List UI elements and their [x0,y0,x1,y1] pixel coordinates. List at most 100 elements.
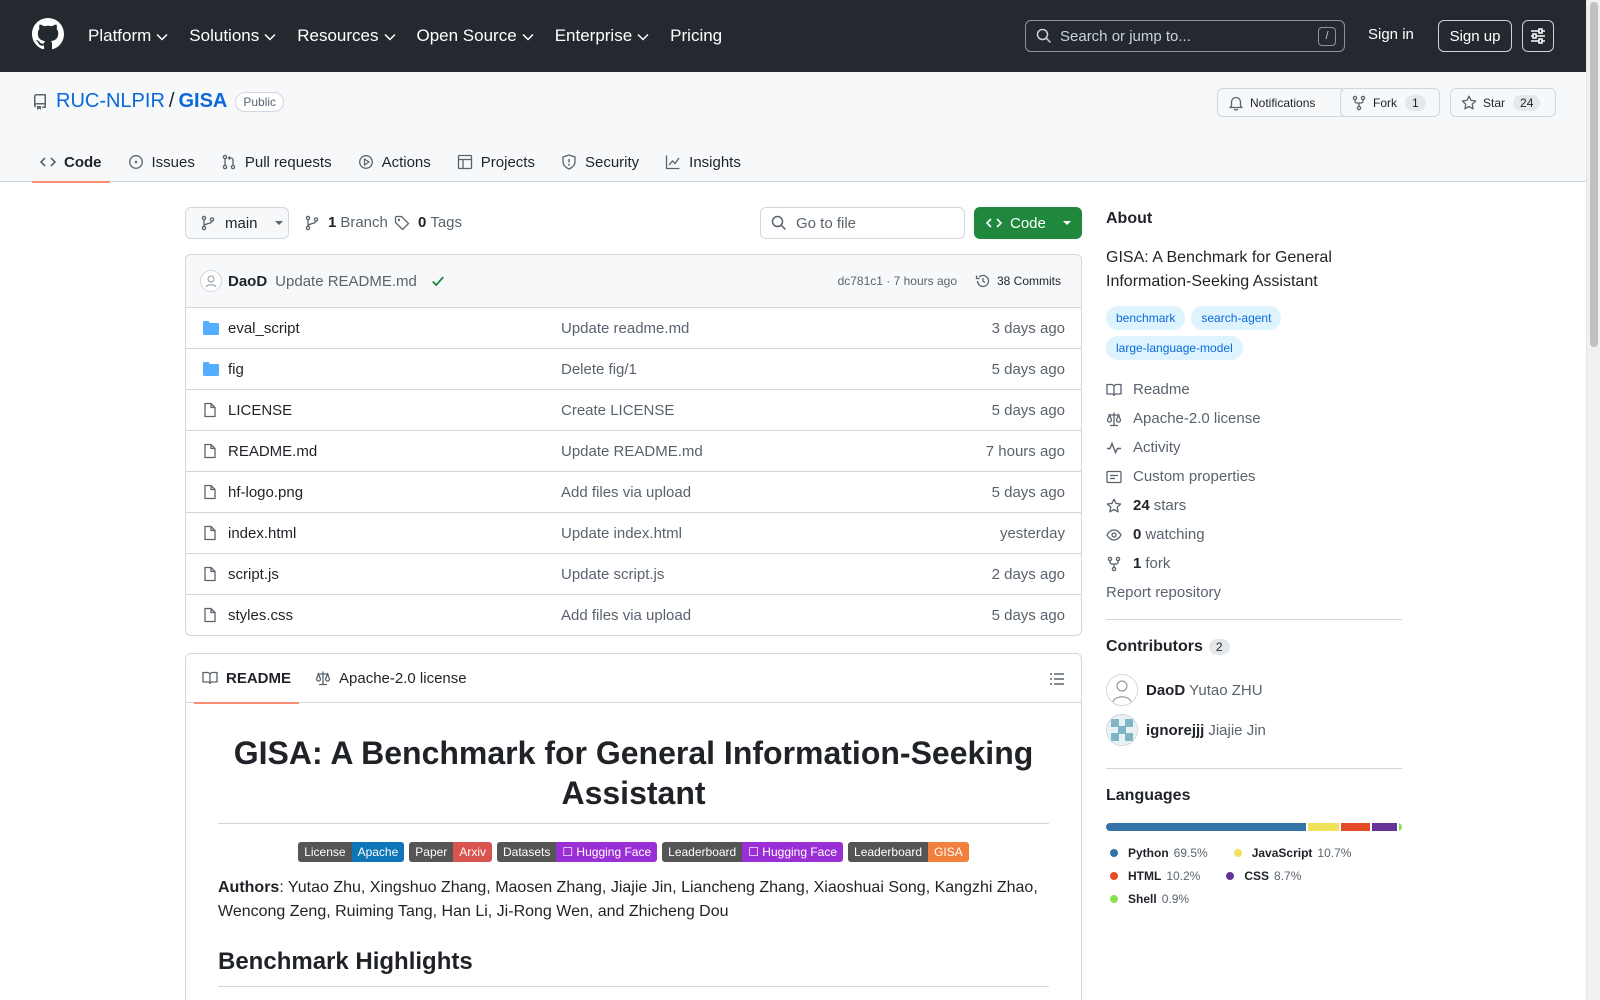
code-dropdown-button[interactable]: Code [974,207,1082,239]
watchers-link[interactable]: 0 watching [1106,520,1402,549]
avatar[interactable] [1106,674,1138,706]
readme-panel: README Apache-2.0 license GISA: A Benchm… [185,653,1082,1000]
topic-tag[interactable]: large-language-model [1106,336,1243,360]
contributors-heading[interactable]: Contributors [1106,638,1203,656]
badge-value: Arxiv [453,842,492,862]
nav-item-solutions[interactable]: Solutions [189,26,276,46]
activity-link[interactable]: Activity [1106,433,1402,462]
file-commit-message-link[interactable]: Delete fig/1 [561,361,637,378]
tags-link[interactable]: 0 Tags [394,214,462,231]
file-row[interactable]: README.md Update README.md 7 hours ago [186,431,1081,472]
commit-hash-time[interactable]: dc781c1 · 7 hours ago [838,274,957,288]
branch-select-button[interactable]: main [185,207,289,239]
file-commit-message-link[interactable]: Add files via upload [561,484,691,501]
nav-item-enterprise[interactable]: Enterprise [555,26,649,46]
file-row[interactable]: index.html Update index.html yesterday [186,513,1081,554]
contributor-item[interactable]: DaoD Yutao ZHU [1106,670,1402,710]
file-name-link[interactable]: LICENSE [228,402,292,419]
tab-pull-requests[interactable]: Pull requests [213,142,340,182]
file-row[interactable]: fig Delete fig/1 5 days ago [186,349,1081,390]
sign-in-link[interactable]: Sign in [1368,26,1414,43]
file-name-link[interactable]: styles.css [228,607,293,624]
file-commit-message-link[interactable]: Update script.js [561,566,664,583]
folder-icon [203,321,219,335]
github-logo-icon[interactable] [32,18,64,50]
language-item[interactable]: HTML 10.2% [1106,864,1200,887]
tab-code[interactable]: Code [32,142,110,183]
file-commit-message-link[interactable]: Add files via upload [561,607,691,624]
file-name-link[interactable]: hf-logo.png [228,484,303,501]
tab-issues[interactable]: Issues [120,142,203,182]
nav-item-platform[interactable]: Platform [88,26,168,46]
license-link[interactable]: Apache-2.0 license [1106,404,1402,433]
file-name-link[interactable]: fig [228,361,244,378]
check-icon[interactable] [431,274,445,288]
repo-owner-link[interactable]: RUC-NLPIR [56,90,165,113]
repo-name-link[interactable]: GISA [178,90,227,113]
report-label: Report repository [1106,584,1222,601]
language-percent: 8.7% [1274,868,1302,883]
commit-message-link[interactable]: Update README.md [275,273,417,290]
commit-author-link[interactable]: DaoD [228,273,267,290]
readme-badge[interactable]: Paper Arxiv [409,842,492,862]
tab-insights[interactable]: Insights [657,142,749,182]
topic-tag[interactable]: search-agent [1191,306,1282,330]
fork-button[interactable]: Fork 1 [1340,88,1440,117]
stars-link[interactable]: 24 stars [1106,491,1402,520]
file-name-link[interactable]: README.md [228,443,317,460]
readme-badge[interactable]: Datasets ☐ Hugging Face [496,842,658,862]
list-unordered-icon[interactable] [1049,671,1065,687]
settings-menu-button[interactable] [1522,20,1554,52]
readme-badge[interactable]: Leaderboard GISA [848,842,969,862]
topic-tag[interactable]: benchmark [1106,306,1186,330]
file-row[interactable]: eval_script Update readme.md 3 days ago [186,308,1081,349]
tab-actions[interactable]: Actions [350,142,439,182]
file-name-link[interactable]: eval_script [228,320,300,337]
report-repository-link[interactable]: Report repository [1106,578,1402,607]
tab-license[interactable]: Apache-2.0 license [307,654,475,703]
tab-projects[interactable]: Projects [449,142,543,182]
forks-link[interactable]: 1 fork [1106,549,1402,578]
file-commit-message-link[interactable]: Update readme.md [561,320,689,337]
nav-item-open-source[interactable]: Open Source [417,26,534,46]
page-scrollbar[interactable] [1586,0,1600,1000]
star-icon [1106,498,1122,512]
file-commit-message-link[interactable]: Update README.md [561,443,703,460]
star-button[interactable]: Star 24 [1450,88,1556,117]
file-commit-message-link[interactable]: Update index.html [561,525,682,542]
fork-label: Fork [1373,95,1397,110]
global-search-input[interactable]: Search or jump to... / [1025,20,1345,52]
sign-up-button[interactable]: Sign up [1438,20,1512,52]
file-name-link[interactable]: script.js [228,566,279,583]
tab-readme[interactable]: README [194,654,300,704]
nav-item-pricing[interactable]: Pricing [670,26,722,46]
file-name-link[interactable]: index.html [228,525,296,542]
custom-properties-link[interactable]: Custom properties [1106,462,1402,491]
file-row[interactable]: styles.css Add files via upload 5 days ago [186,595,1081,635]
contributor-item[interactable]: ignorejjj Jiajie Jin [1106,710,1402,750]
notifications-button[interactable]: Notifications [1217,88,1347,117]
branches-link[interactable]: 1 Branch [304,214,388,231]
commits-count: 38 Commits [996,274,1061,288]
repo-title: RUC-NLPIR / GISA Public [32,90,285,113]
readme-link[interactable]: Readme [1106,375,1402,404]
readme-badge[interactable]: License Apache [298,842,405,862]
avatar[interactable] [200,270,222,292]
file-row[interactable]: LICENSE Create LICENSE 5 days ago [186,390,1081,431]
language-item[interactable]: Python 69.5% [1106,841,1208,864]
tab-security[interactable]: Security [553,142,647,182]
commits-history-link[interactable]: 38 Commits [975,273,1061,289]
file-icon-wrap [202,566,218,582]
go-to-file-input[interactable]: Go to file [760,207,965,239]
language-item[interactable]: JavaScript 10.7% [1230,841,1351,864]
language-item[interactable]: CSS 8.7% [1222,864,1301,887]
about-links: Readme Apache-2.0 license Activity Custo… [1106,375,1402,607]
scrollbar-thumb[interactable] [1590,2,1598,347]
file-row[interactable]: hf-logo.png Add files via upload 5 days ag… [186,472,1081,513]
avatar[interactable] [1106,714,1138,746]
file-row[interactable]: script.js Update script.js 2 days ago [186,554,1081,595]
language-item[interactable]: Shell 0.9% [1106,887,1189,910]
file-commit-message-link[interactable]: Create LICENSE [561,402,674,419]
nav-item-resources[interactable]: Resources [297,26,396,46]
readme-badge[interactable]: Leaderboard ☐ Hugging Face [662,842,844,862]
